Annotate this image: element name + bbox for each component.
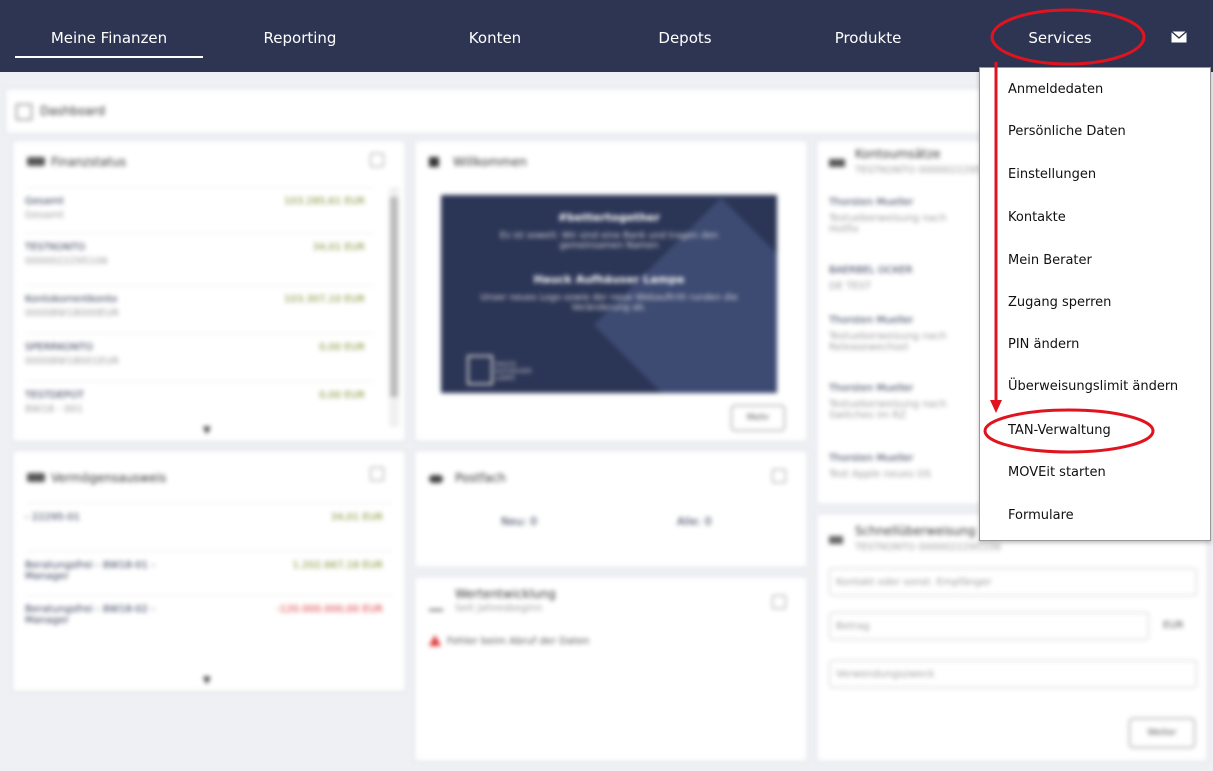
services-highlight-ellipse	[990, 8, 1146, 66]
tan-verwaltung-highlight-ellipse	[983, 408, 1155, 454]
annotation-overlay	[983, 8, 1155, 454]
annotation-arrow-head	[990, 400, 1002, 413]
